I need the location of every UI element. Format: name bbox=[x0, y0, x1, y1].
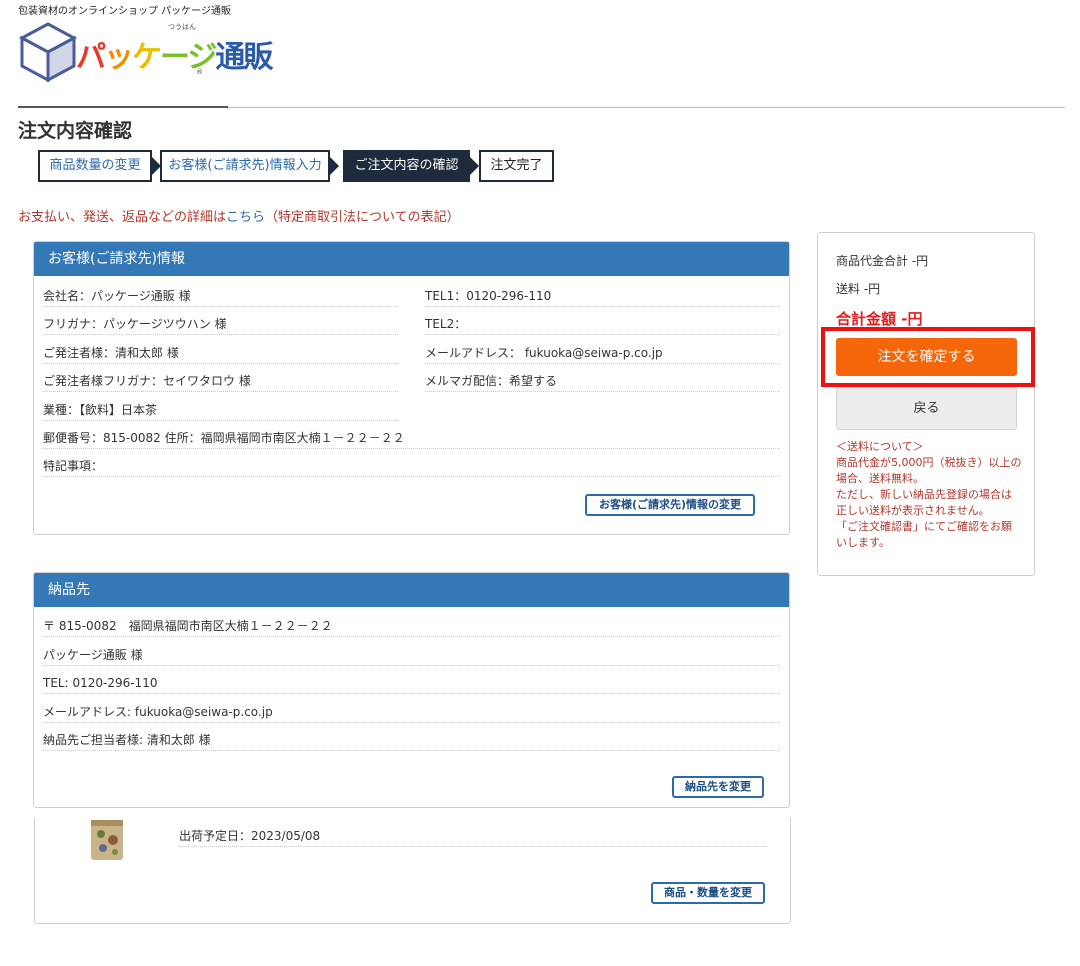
step-quantity-change[interactable]: 商品数量の変更 bbox=[38, 150, 152, 182]
tagline: 包装資材のオンラインショップ パッケージ通販 bbox=[18, 6, 231, 17]
subtotal: 商品代金合計 -円 bbox=[836, 254, 929, 268]
industry: 業種：【飲料】日本茶 bbox=[43, 399, 398, 421]
back-button[interactable]: 戻る bbox=[836, 387, 1017, 430]
change-product-button[interactable]: 商品・数量を変更 bbox=[651, 882, 765, 904]
step-order-confirm: ご注文内容の確認 bbox=[343, 150, 470, 182]
delivery-tel: TEL: 0120-296-110 bbox=[43, 672, 780, 694]
product-thumbnail bbox=[91, 820, 123, 860]
delivery-email: メールアドレス: fukuoka@seiwa-p.co.jp bbox=[43, 701, 780, 723]
change-customer-info-button[interactable]: お客様(ご請求先)情報の変更 bbox=[585, 494, 755, 516]
legal-notice-suffix: （特定商取引法についての表記） bbox=[265, 210, 460, 225]
customer-info-panel: お客様(ご請求先)情報 会社名：パッケージ通販 様 TEL1：0120-296-… bbox=[33, 241, 790, 535]
box-logo-icon bbox=[18, 22, 78, 82]
legal-notice-text: お支払い、発送、返品などの詳細は bbox=[18, 210, 227, 225]
tel1: TEL1：0120-296-110 bbox=[425, 285, 780, 307]
orderer-name: ご発注者様：清和太郎 様 bbox=[43, 342, 398, 364]
delivery-panel: 納品先 〒 815-0082 福岡県福岡市南区大楠１－２２－２２ パッケージ通販… bbox=[33, 572, 790, 808]
logo-registered-mark: ® bbox=[196, 68, 203, 76]
logo-ruby: つうはん bbox=[168, 23, 196, 31]
shipping-note-line: 「ご注文確認書」にてご確認をお願 bbox=[836, 520, 1012, 533]
shipping-note-line: 商品代金が5,000円（税抜き）以上の bbox=[836, 456, 1022, 469]
delivery-name: パッケージ通販 様 bbox=[43, 644, 780, 666]
shipping-note-line: ただし、新しい納品先登録の場合は bbox=[836, 488, 1012, 501]
step-arrow-icon bbox=[470, 157, 479, 175]
shipping-fee: 送料 -円 bbox=[836, 282, 881, 296]
postal-address: 郵便番号：815-0082 住所：福岡県福岡市南区大楠１－２２－２２ bbox=[43, 427, 780, 449]
shipping-note-line: ＜送料について＞ bbox=[836, 440, 924, 453]
shipping-note: ＜送料について＞ 商品代金が5,000円（税抜き）以上の 場合、送料無料。 ただ… bbox=[836, 439, 1026, 551]
step-customer-info[interactable]: お客様(ご請求先)情報入力 bbox=[160, 150, 330, 182]
shipping-note-line: いします。 bbox=[836, 536, 890, 549]
confirm-order-button[interactable]: 注文を確定する bbox=[836, 338, 1017, 376]
step-order-complete: 注文完了 bbox=[479, 150, 554, 182]
customer-info-heading: お客様(ご請求先)情報 bbox=[34, 242, 789, 276]
legal-notice-link[interactable]: こちら bbox=[226, 210, 265, 225]
header-divider-accent bbox=[18, 106, 228, 108]
page-title: 注文内容確認 bbox=[18, 120, 133, 142]
special-notes: 特記事項： bbox=[43, 455, 780, 477]
company-furigana: フリガナ：パッケージツウハン 様 bbox=[43, 313, 398, 335]
orderer-furigana: ご発注者様フリガナ：セイワタロウ 様 bbox=[43, 370, 398, 392]
step-arrow-icon bbox=[330, 157, 339, 175]
delivery-heading: 納品先 bbox=[34, 573, 789, 607]
email-address: メールアドレス： fukuoka@seiwa-p.co.jp bbox=[425, 342, 780, 364]
company-name: 会社名：パッケージ通販 様 bbox=[43, 285, 398, 307]
mail-magazine: メルマガ配信：希望する bbox=[425, 370, 780, 392]
change-delivery-button[interactable]: 納品先を変更 bbox=[672, 776, 764, 798]
tel2: TEL2： bbox=[425, 313, 780, 335]
product-panel: 出荷予定日：2023/05/08 商品・数量を変更 bbox=[34, 818, 791, 924]
shipping-note-line: 正しい送料が表示されません。 bbox=[836, 504, 990, 517]
legal-notice: お支払い、発送、返品などの詳細はこちら（特定商取引法についての表記） bbox=[18, 206, 460, 225]
total-amount: 合計金額 -円 bbox=[836, 310, 923, 328]
logo-wordmark: パッケージ通販 bbox=[76, 40, 273, 75]
shipping-note-line: 場合、送料無料。 bbox=[836, 472, 924, 485]
site-logo[interactable]: パッケージ通販 つうはん ® bbox=[18, 16, 273, 82]
delivery-contact: 納品先ご担当者様: 清和太郎 様 bbox=[43, 729, 780, 751]
ship-date: 出荷予定日：2023/05/08 bbox=[179, 825, 767, 847]
delivery-address: 〒 815-0082 福岡県福岡市南区大楠１－２２－２２ bbox=[43, 615, 780, 637]
